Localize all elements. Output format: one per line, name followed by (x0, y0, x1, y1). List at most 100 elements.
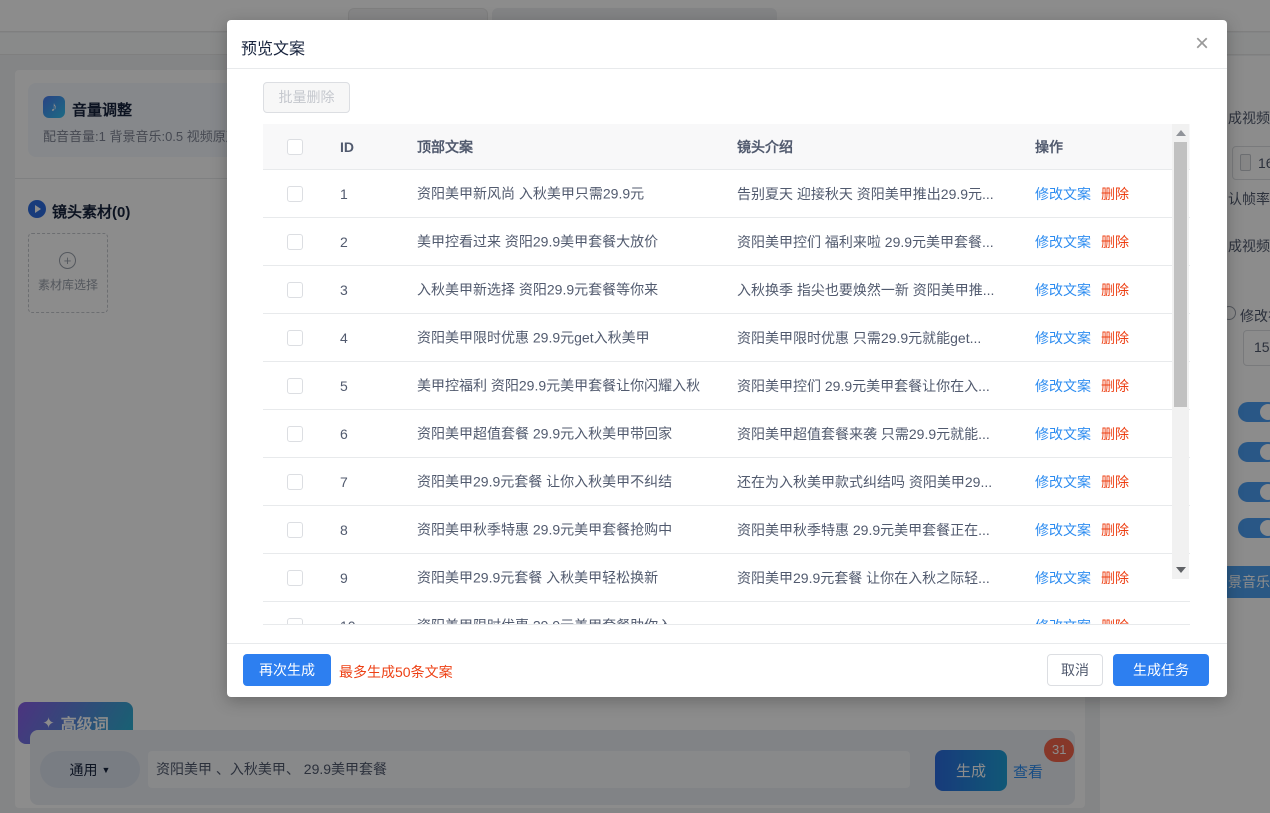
row-checkbox[interactable] (287, 234, 303, 250)
column-header-intro: 镜头介绍 (737, 137, 793, 157)
row-actions: 修改文案 删除 (1035, 616, 1129, 626)
row-checkbox[interactable] (287, 186, 303, 202)
column-header-ops: 操作 (1035, 137, 1063, 157)
delete-link[interactable]: 删除 (1101, 186, 1129, 202)
row-id: 10 (340, 618, 356, 626)
modal-footer: 再次生成 最多生成50条文案 取消 生成任务 (227, 643, 1227, 697)
row-top-copy: 资阳美甲超值套餐 29.9元入秋美甲带回家 (417, 424, 717, 443)
row-checkbox[interactable] (287, 378, 303, 394)
row-id: 8 (340, 522, 348, 538)
cancel-button[interactable]: 取消 (1047, 654, 1103, 686)
row-checkbox[interactable] (287, 618, 303, 626)
row-actions: 修改文案删除 (1035, 232, 1129, 252)
delete-link[interactable]: 删除 (1101, 522, 1129, 538)
row-id: 6 (340, 426, 348, 442)
edit-copy-link[interactable]: 修改文案 (1035, 186, 1091, 202)
edit-copy-link[interactable]: 修改文案 (1035, 282, 1091, 298)
copy-table: ID 顶部文案 镜头介绍 操作 1 资阳美甲新风尚 入秋美甲只需29.9元 告别夏天… (263, 124, 1190, 625)
row-id: 5 (340, 378, 348, 394)
table-row: 7资阳美甲29.9元套餐 让你入秋美甲不纠结还在为入秋美甲款式纠结吗 资阳美甲2… (263, 458, 1190, 506)
delete-link[interactable]: 删除 (1101, 282, 1129, 298)
row-intro: 告别夏天 迎接秋天 资阳美甲推出29.9元... (737, 184, 1015, 204)
delete-link[interactable]: 删除 (1101, 570, 1129, 586)
table-row: 2 美甲控看过来 资阳29.9美甲套餐大放价 资阳美甲控们 福利来啦 29.9元美甲… (263, 218, 1190, 266)
table-row: 1 资阳美甲新风尚 入秋美甲只需29.9元 告别夏天 迎接秋天 资阳美甲推出29.9… (263, 170, 1190, 218)
scroll-down-icon[interactable] (1176, 567, 1186, 573)
row-checkbox[interactable] (287, 282, 303, 298)
edit-copy-link[interactable]: 修改文案 (1035, 234, 1091, 250)
row-actions: 修改文案删除 (1035, 472, 1129, 492)
row-top-copy: 美甲控看过来 资阳29.9美甲套餐大放价 (417, 232, 717, 251)
table-row: 9 资阳美甲29.9元套餐 入秋美甲轻松换新 资阳美甲29.9元套餐 让你在入秋之际… (263, 554, 1190, 602)
row-id: 9 (340, 570, 348, 586)
edit-copy-link[interactable]: 修改文案 (1035, 378, 1091, 394)
row-actions: 修改文案删除 (1035, 328, 1129, 348)
row-actions: 修改文案删除 (1035, 520, 1129, 540)
column-header-top: 顶部文案 (417, 137, 473, 157)
row-checkbox[interactable] (287, 570, 303, 586)
limit-hint-text: 最多生成50条文案 (339, 662, 453, 682)
delete-link[interactable]: 删除 (1101, 234, 1129, 250)
delete-link[interactable]: 删除 (1101, 618, 1129, 626)
generate-task-button[interactable]: 生成任务 (1113, 654, 1209, 686)
table-row: 5 美甲控福利 资阳29.9元美甲套餐让你闪耀入秋 资阳美甲控们 29.9元美甲套餐… (263, 362, 1190, 410)
row-top-copy: 资阳美甲限时优惠 29.9元get入秋美甲 (417, 328, 717, 347)
row-checkbox[interactable] (287, 474, 303, 490)
row-top-copy: 美甲控福利 资阳29.9元美甲套餐让你闪耀入秋 (417, 376, 717, 395)
row-intro: 资阳美甲限时优惠 只需29.9元就能get... (737, 328, 1015, 348)
regenerate-button[interactable]: 再次生成 (243, 654, 331, 686)
scroll-up-icon[interactable] (1176, 130, 1186, 136)
row-actions: 修改文案删除 (1035, 376, 1129, 396)
row-checkbox[interactable] (287, 330, 303, 346)
table-header-row: ID 顶部文案 镜头介绍 操作 (263, 124, 1190, 170)
scrollbar-thumb[interactable] (1174, 142, 1187, 407)
row-id: 3 (340, 282, 348, 298)
row-id: 7 (340, 474, 348, 490)
row-top-copy: 资阳美甲新风尚 入秋美甲只需29.9元 (417, 184, 717, 203)
preview-copy-modal: 预览文案 × 批量删除 ID 顶部文案 镜头介绍 操作 1 资阳美甲新风尚 入秋美… (227, 20, 1227, 697)
row-actions: 修改文案删除 (1035, 568, 1129, 588)
row-id: 4 (340, 330, 348, 346)
table-scrollbar[interactable] (1172, 124, 1189, 579)
row-actions: 修改文案删除 (1035, 184, 1129, 204)
row-top-copy: 资阳美甲限时优惠 29.9元美甲套餐助你入 (417, 616, 717, 625)
row-checkbox[interactable] (287, 426, 303, 442)
row-top-copy: 入秋美甲新选择 资阳29.9元套餐等你来 (417, 280, 717, 299)
edit-copy-link[interactable]: 修改文案 (1035, 570, 1091, 586)
row-intro: 资阳美甲控们 29.9元美甲套餐让你在入... (737, 376, 1015, 396)
row-actions: 修改文案删除 (1035, 280, 1129, 300)
close-icon[interactable]: × (1195, 30, 1209, 58)
edit-copy-link[interactable]: 修改文案 (1035, 618, 1091, 626)
row-checkbox[interactable] (287, 522, 303, 538)
row-intro: 入秋换季 指尖也要焕然一新 资阳美甲推... (737, 280, 1015, 300)
column-header-id: ID (340, 139, 354, 155)
row-id: 1 (340, 186, 348, 202)
modal-title: 预览文案 (241, 35, 305, 59)
row-intro: 还在为入秋美甲款式纠结吗 资阳美甲29... (737, 472, 1015, 492)
delete-link[interactable]: 删除 (1101, 474, 1129, 490)
table-row: 4 资阳美甲限时优惠 29.9元get入秋美甲 资阳美甲限时优惠 只需29.9元就能… (263, 314, 1190, 362)
delete-link[interactable]: 删除 (1101, 426, 1129, 442)
edit-copy-link[interactable]: 修改文案 (1035, 330, 1091, 346)
row-top-copy: 资阳美甲秋季特惠 29.9元美甲套餐抢购中 (417, 520, 717, 539)
row-intro: 资阳美甲秋季特惠 29.9元美甲套餐正在... (737, 520, 1015, 540)
table-row: 3 入秋美甲新选择 资阳29.9元套餐等你来 入秋换季 指尖也要焕然一新 资阳美甲推… (263, 266, 1190, 314)
edit-copy-link[interactable]: 修改文案 (1035, 522, 1091, 538)
modal-header: 预览文案 × (227, 20, 1227, 69)
edit-copy-link[interactable]: 修改文案 (1035, 426, 1091, 442)
batch-delete-button[interactable]: 批量删除 (263, 82, 350, 113)
table-row: 8 资阳美甲秋季特惠 29.9元美甲套餐抢购中 资阳美甲秋季特惠 29.9元美甲套餐… (263, 506, 1190, 554)
table-row: 10 资阳美甲限时优惠 29.9元美甲套餐助你入 修改文案 删除 (263, 602, 1190, 625)
row-intro: 资阳美甲超值套餐来袭 只需29.9元就能... (737, 424, 1015, 444)
row-actions: 修改文案删除 (1035, 424, 1129, 444)
table-row: 6 资阳美甲超值套餐 29.9元入秋美甲带回家 资阳美甲超值套餐来袭 只需29.9元… (263, 410, 1190, 458)
delete-link[interactable]: 删除 (1101, 378, 1129, 394)
select-all-checkbox[interactable] (287, 139, 303, 155)
delete-link[interactable]: 删除 (1101, 330, 1129, 346)
row-id: 2 (340, 234, 348, 250)
row-intro: 资阳美甲控们 福利来啦 29.9元美甲套餐... (737, 232, 1015, 252)
table-body: 1 资阳美甲新风尚 入秋美甲只需29.9元 告别夏天 迎接秋天 资阳美甲推出29.9… (263, 170, 1190, 625)
row-intro: 资阳美甲29.9元套餐 让你在入秋之际轻... (737, 568, 1015, 588)
row-top-copy: 资阳美甲29.9元套餐 入秋美甲轻松换新 (417, 568, 717, 587)
edit-copy-link[interactable]: 修改文案 (1035, 474, 1091, 490)
